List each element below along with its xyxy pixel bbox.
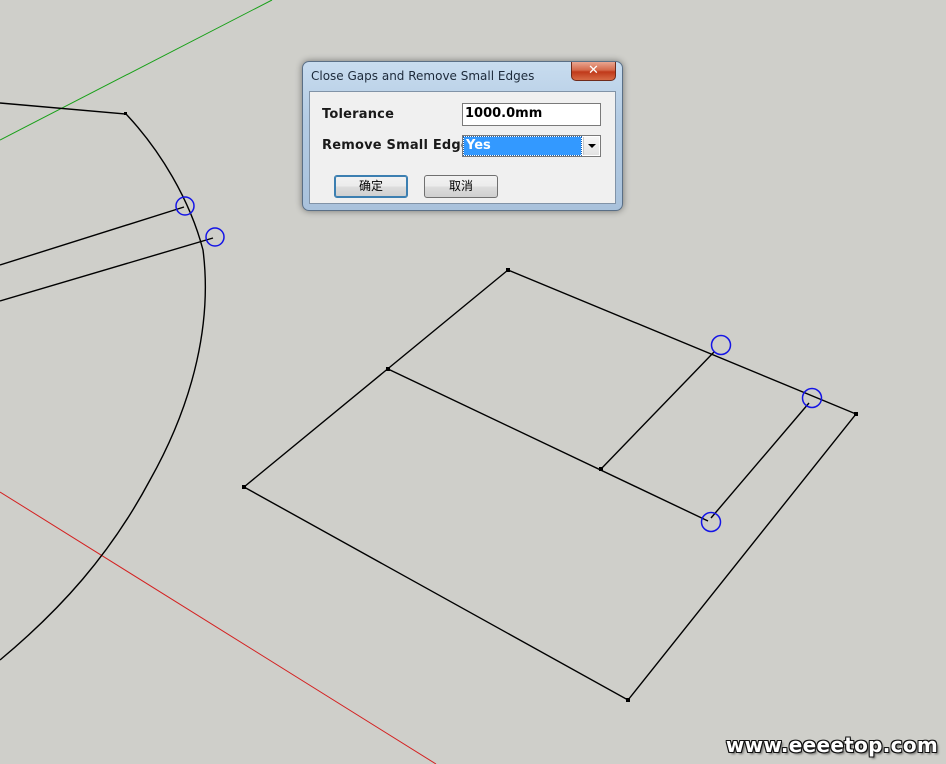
- watermark: www.eeeetop.com: [725, 733, 938, 757]
- vertex-point: [599, 467, 603, 471]
- close-icon: ✕: [588, 63, 599, 78]
- cancel-button[interactable]: 取消: [424, 175, 498, 198]
- close-gaps-dialog: Close Gaps and Remove Small Edges ✕ Tole…: [302, 61, 623, 211]
- chevron-down-icon[interactable]: [583, 137, 599, 155]
- arc-inner-edge-1[interactable]: [0, 206, 185, 266]
- dialog-title: Close Gaps and Remove Small Edges: [311, 69, 535, 83]
- remove-small-edges-selected-value[interactable]: Yes: [463, 136, 582, 156]
- arc-inner-edge-2[interactable]: [0, 237, 214, 302]
- red-axis-line: [0, 491, 437, 764]
- remove-small-edges-label: Remove Small Edges: [322, 138, 478, 153]
- tolerance-label: Tolerance: [322, 107, 395, 122]
- vertex-point: [854, 412, 858, 416]
- quad-inner-edge-right[interactable]: [710, 402, 810, 519]
- ok-button[interactable]: 确定: [334, 175, 408, 198]
- vertex-point: [242, 485, 246, 489]
- vertex-point: [506, 268, 510, 272]
- gap-marker: [700, 511, 722, 533]
- quad-outline-edge[interactable]: [242, 269, 858, 701]
- arc-edge[interactable]: [0, 102, 207, 661]
- remove-small-edges-select[interactable]: Yes: [462, 135, 601, 157]
- gap-marker: [205, 227, 225, 247]
- green-axis-line: [0, 0, 273, 141]
- dialog-client-area: Tolerance 1000.0mm Remove Small Edges Ye…: [309, 91, 616, 204]
- quad-inner-edge-horizontal[interactable]: [387, 368, 709, 522]
- quad-inner-edge-left[interactable]: [600, 351, 715, 470]
- gap-marker: [710, 334, 732, 356]
- tolerance-input[interactable]: 1000.0mm: [462, 103, 601, 126]
- close-button[interactable]: ✕: [571, 62, 616, 81]
- vertex-point: [386, 367, 390, 371]
- vertex-point: [626, 698, 630, 702]
- vertex-point: [124, 112, 127, 115]
